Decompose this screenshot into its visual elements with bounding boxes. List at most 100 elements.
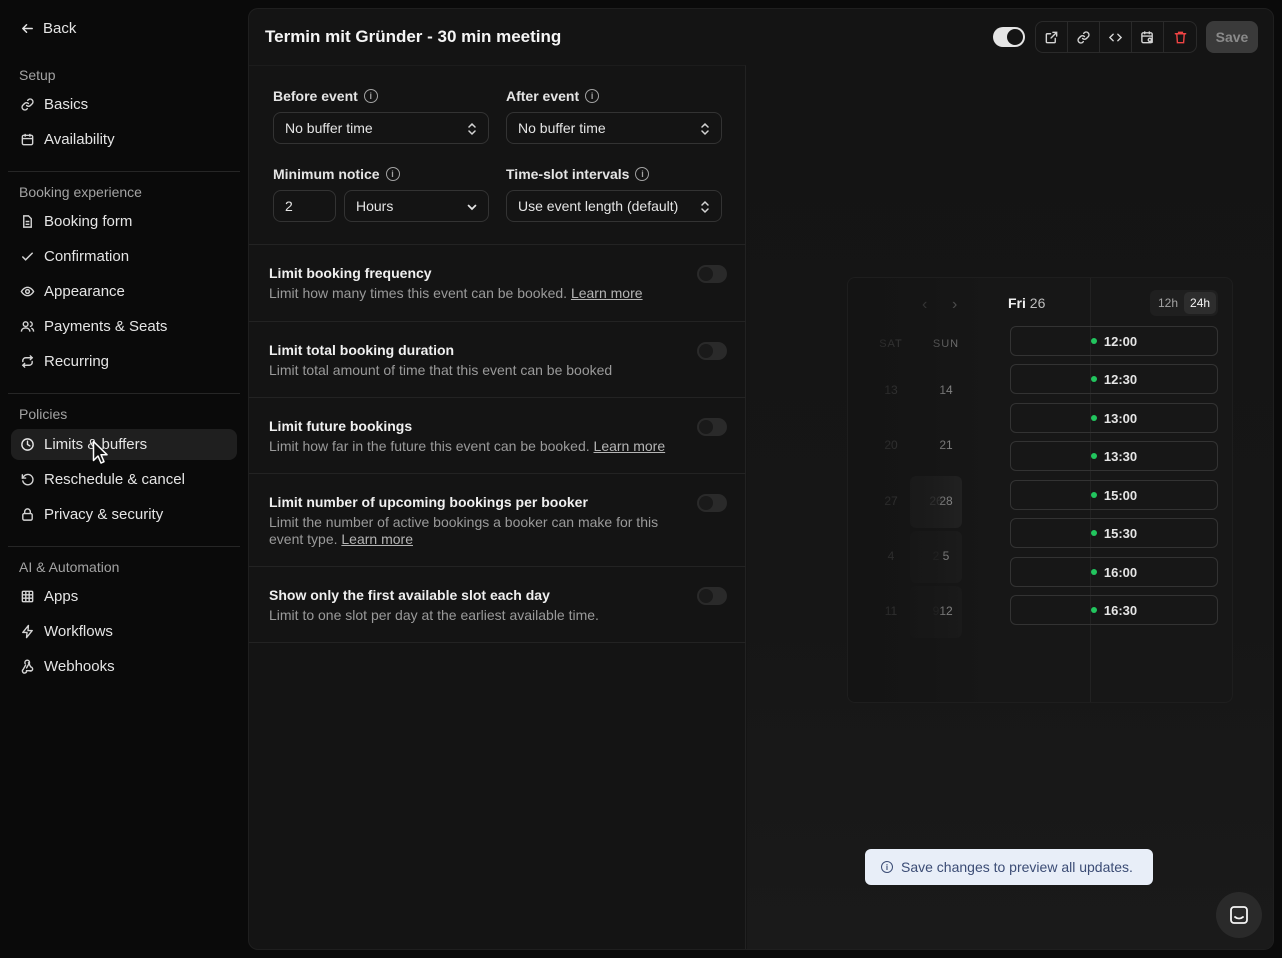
sidebar-item-appearance[interactable]: Appearance — [11, 276, 237, 307]
row-title: Limit booking frequency — [269, 265, 432, 281]
before-event-select[interactable]: No buffer time — [273, 112, 489, 144]
selected-day-name: Fri — [1008, 295, 1026, 311]
day-number[interactable]: 11 — [871, 604, 911, 618]
time-slot-button[interactable]: 12:30 — [1010, 364, 1218, 394]
day-number[interactable]: 14 — [926, 383, 966, 397]
sidebar-item-recurring[interactable]: Recurring — [11, 346, 237, 377]
after-event-text: After event — [506, 88, 580, 104]
weekday-label: FRI — [848, 338, 854, 350]
sidebar-item-label: Appearance — [44, 283, 125, 300]
save-preview-notice: i Save changes to preview all updates. — [865, 849, 1153, 885]
time-slot-button[interactable]: 15:30 — [1010, 518, 1218, 548]
support-chat-button[interactable] — [1216, 892, 1262, 938]
sidebar: Back Setup Basics Availability Booking e… — [0, 0, 248, 958]
time-slot-button[interactable]: 15:00 — [1010, 480, 1218, 510]
learn-more-link[interactable]: Learn more — [594, 438, 666, 454]
check-icon — [22, 252, 33, 261]
preview-button[interactable] — [1036, 22, 1068, 52]
after-event-select[interactable]: No buffer time — [506, 112, 722, 144]
booking-preview: ‹ › THU FRI SAT SUN 11 12 13 14 18 19 20… — [747, 65, 1273, 949]
time-slot-intervals-label: Time-slot intervals i — [506, 166, 650, 182]
learn-more-link[interactable]: Learn more — [341, 531, 413, 547]
available-dot-icon — [1090, 530, 1097, 536]
sidebar-item-webhooks[interactable]: Webhooks — [11, 651, 237, 682]
limit-booking-frequency-toggle[interactable] — [697, 265, 727, 283]
info-icon: i — [881, 861, 893, 873]
sidebar-item-confirmation[interactable]: Confirmation — [11, 241, 237, 272]
day-number[interactable]: 20 — [871, 438, 911, 452]
sidebar-item-label: Workflows — [44, 623, 113, 640]
time-slot-button[interactable]: 13:30 — [1010, 441, 1218, 471]
chevron-right-icon[interactable]: › — [952, 296, 957, 314]
calendar-search-button[interactable] — [1132, 22, 1164, 52]
day-number[interactable]: 13 — [871, 383, 911, 397]
chevron-up-down-icon — [701, 122, 709, 136]
sidebar-item-label: Apps — [44, 588, 79, 605]
selected-day-number: 26 — [1029, 295, 1046, 311]
day-number[interactable]: 27 — [871, 494, 911, 508]
sidebar-item-reschedule[interactable]: Reschedule & cancel — [11, 464, 237, 495]
back-button[interactable]: Back — [20, 20, 76, 37]
first-slot-only-toggle[interactable] — [697, 587, 727, 605]
sidebar-item-workflows[interactable]: Workflows — [11, 616, 237, 647]
day-number[interactable]: 21 — [926, 438, 966, 452]
sidebar-item-payments[interactable]: Payments & Seats — [11, 311, 237, 342]
hidden-toggle[interactable] — [993, 27, 1025, 47]
slot-time: 13:00 — [1103, 410, 1138, 426]
time-slot-button[interactable]: 16:00 — [1010, 557, 1218, 587]
available-dot-icon — [1090, 415, 1097, 421]
sidebar-item-label: Basics — [44, 96, 89, 113]
time-slot-interval-select[interactable]: Use event length (default) — [506, 190, 722, 222]
time-slot-button[interactable]: 13:00 — [1010, 403, 1218, 433]
info-icon[interactable]: i — [363, 89, 378, 103]
format-12h-button[interactable]: 12h — [1152, 292, 1184, 314]
day-number[interactable]: 4 — [871, 549, 911, 563]
time-slot-intervals-text: Time-slot intervals — [506, 166, 630, 182]
weekday-label: SUN — [932, 338, 960, 350]
minimum-notice-text: Minimum notice — [273, 166, 380, 182]
sidebar-item-limits-buffers[interactable]: Limits & buffers — [11, 429, 237, 460]
available-dot-icon — [1090, 376, 1097, 382]
zap-icon — [22, 624, 33, 639]
topbar: Termin mit Gründer - 30 min meeting Save — [249, 9, 1273, 65]
chevron-left-icon[interactable]: ‹ — [922, 296, 927, 314]
row-title: Show only the first available slot each … — [269, 587, 550, 603]
sidebar-item-apps[interactable]: Apps — [11, 581, 237, 612]
limit-upcoming-per-booker-toggle[interactable] — [697, 494, 727, 512]
notice-unit-select[interactable]: Hours — [344, 190, 489, 222]
copy-link-button[interactable] — [1068, 22, 1100, 52]
sidebar-item-availability[interactable]: Availability — [11, 124, 237, 155]
sidebar-item-label: Recurring — [44, 353, 110, 370]
sidebar-item-label: Reschedule & cancel — [44, 471, 185, 488]
info-icon[interactable]: i — [385, 167, 400, 181]
info-icon[interactable]: i — [635, 167, 650, 181]
slot-time: 16:00 — [1103, 564, 1138, 580]
sidebar-item-privacy[interactable]: Privacy & security — [11, 499, 237, 530]
clock-icon — [21, 438, 34, 451]
limit-total-duration-toggle[interactable] — [697, 342, 727, 360]
rotate-ccw-icon — [21, 473, 34, 486]
limit-future-bookings-toggle[interactable] — [697, 418, 727, 436]
time-slot-button[interactable]: 12:00 — [1010, 326, 1218, 356]
select-value: Use event length (default) — [518, 198, 679, 214]
row-title: Limit number of upcoming bookings per bo… — [269, 494, 588, 510]
save-button[interactable]: Save — [1206, 21, 1258, 53]
select-value: Hours — [356, 198, 394, 214]
day-number[interactable]: 28 — [926, 494, 966, 508]
info-icon[interactable]: i — [585, 89, 600, 103]
chevron-up-down-icon — [701, 200, 709, 214]
available-dot-icon — [1090, 453, 1097, 459]
sidebar-item-basics[interactable]: Basics — [11, 89, 237, 120]
day-number[interactable]: 12 — [926, 604, 966, 618]
time-slot-button[interactable]: 16:30 — [1010, 595, 1218, 625]
format-24h-button[interactable]: 24h — [1184, 292, 1217, 314]
sidebar-item-booking-form[interactable]: Booking form — [11, 206, 237, 237]
time-format-toggle: 12h 24h — [1150, 290, 1219, 316]
learn-more-link[interactable]: Learn more — [571, 285, 643, 301]
delete-button[interactable] — [1164, 22, 1196, 52]
embed-button[interactable] — [1100, 22, 1132, 52]
toolbar-actions — [1035, 21, 1197, 53]
sidebar-item-label: Availability — [44, 131, 115, 148]
minimum-notice-input[interactable]: 2 — [273, 190, 336, 222]
day-number[interactable]: 5 — [926, 549, 966, 563]
